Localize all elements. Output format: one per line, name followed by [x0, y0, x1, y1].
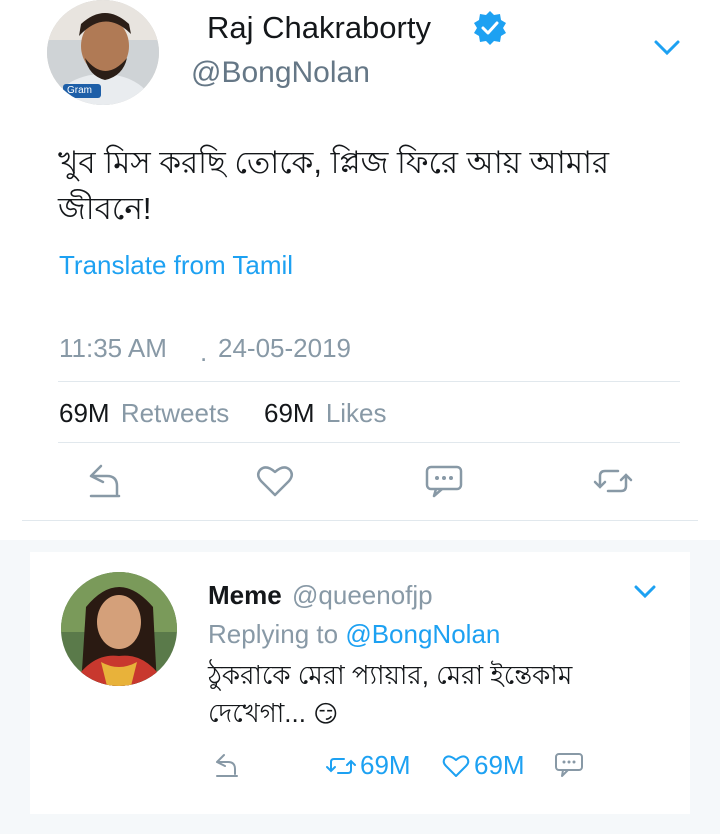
avatar-badge-text: Gram	[67, 85, 92, 96]
divider	[58, 381, 680, 382]
tweet-time: 11:35 AM	[59, 333, 167, 363]
reply-author-name[interactable]: Meme	[208, 580, 282, 611]
tweet-text-line-1: খুব মিস করছি তোকে, প্লিজ ফিরে আয় আমার	[58, 145, 610, 180]
replying-prefix: Replying to	[208, 619, 339, 649]
likes-stat[interactable]: 69M Likes	[264, 398, 387, 429]
retweets-stat[interactable]: 69M Retweets	[59, 398, 229, 429]
verified-badge-icon	[474, 11, 506, 45]
chevron-down-icon[interactable]	[652, 38, 682, 58]
reply-icon[interactable]	[213, 752, 241, 778]
reply-text: ঠুকরাকে মেরা প্যায়ার, মেরা ইন্তেকাম দেখ…	[208, 656, 678, 734]
retweet-icon[interactable]	[592, 464, 634, 498]
reply-author-avatar[interactable]	[61, 572, 177, 686]
heart-icon[interactable]	[442, 754, 470, 778]
tweet-date: 24-05-2019	[218, 333, 351, 363]
reply-tweet[interactable]: Meme @queenofjp Replying to @BongNolan ঠ…	[30, 552, 690, 814]
tweet-text: খুব মিস করছি তোকে, প্লিজ ফিরে আয় আমার জ…	[58, 140, 698, 232]
translate-link[interactable]: Translate from Tamil	[59, 250, 293, 281]
message-icon[interactable]	[554, 752, 584, 778]
retweet-icon[interactable]	[324, 754, 358, 778]
reply-section: Meme @queenofjp Replying to @BongNolan ঠ…	[0, 540, 720, 834]
reply-author-handle[interactable]: @queenofjp	[292, 580, 433, 611]
smirk-emoji-icon: 😏	[313, 701, 339, 728]
reply-text-line-2: দেখেগা...	[208, 698, 306, 728]
message-icon[interactable]	[424, 464, 464, 498]
retweets-count: 69M	[59, 398, 110, 428]
author-avatar[interactable]: Gram	[47, 0, 159, 105]
reply-icon[interactable]	[85, 462, 125, 498]
reply-text-line-1: ঠুকরাকে মেরা প্যায়ার, মেরা ইন্তেকাম	[208, 660, 573, 690]
reply-author-avatar-image	[61, 572, 177, 686]
heart-icon[interactable]	[256, 464, 294, 498]
retweets-label: Retweets	[120, 398, 230, 428]
divider	[58, 442, 680, 443]
replying-handle-link[interactable]: @BongNolan	[345, 619, 500, 649]
author-handle[interactable]: @BongNolan	[191, 56, 370, 90]
author-name[interactable]: Raj Chakraborty	[207, 10, 431, 46]
chevron-down-icon[interactable]	[632, 583, 658, 601]
divider	[22, 520, 698, 521]
reply-retweets-count: 69M	[360, 750, 411, 780]
author-avatar-image	[47, 0, 159, 105]
reply-likes-count: 69M	[474, 750, 525, 780]
replying-to: Replying to @BongNolan	[208, 619, 500, 650]
tweet-text-line-2: জীবনে!	[58, 191, 152, 226]
likes-label: Likes	[325, 398, 387, 428]
likes-count: 69M	[264, 398, 315, 428]
tweet-date-separator: .	[200, 337, 208, 367]
